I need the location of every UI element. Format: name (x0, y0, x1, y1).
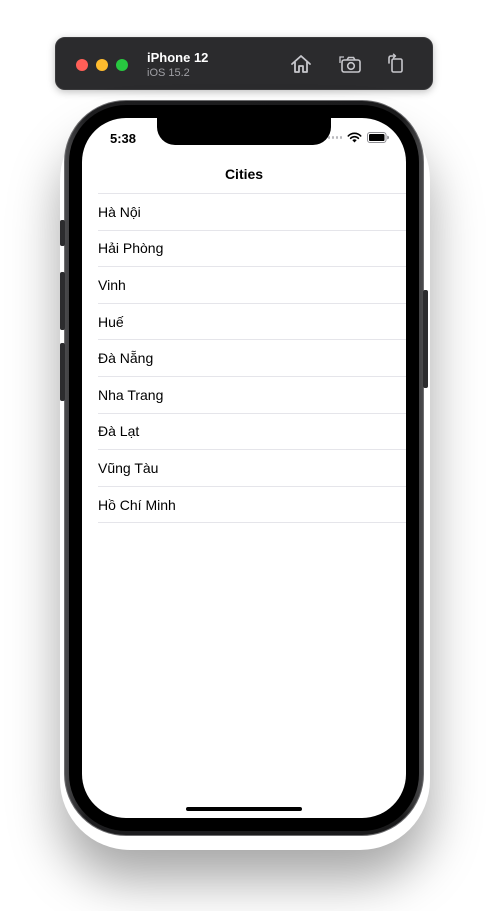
wifi-icon (347, 132, 362, 143)
home-icon (291, 55, 311, 73)
list-item[interactable]: Hà Nội (98, 194, 406, 231)
simulator-toolbar: iPhone 12 iOS 15.2 (55, 37, 433, 90)
rotate-button[interactable] (383, 52, 409, 76)
minimize-window-button[interactable] (96, 59, 108, 71)
volume-up-button (60, 272, 65, 330)
list-item[interactable]: Nha Trang (98, 377, 406, 414)
home-button[interactable] (288, 52, 314, 76)
battery-icon (367, 132, 389, 143)
device-os-version: iOS 15.2 (147, 67, 190, 79)
volume-down-button (60, 343, 65, 401)
zoom-window-button[interactable] (116, 59, 128, 71)
device-name: iPhone 12 (147, 50, 209, 65)
status-time: 5:38 (110, 131, 137, 146)
mute-switch (60, 220, 65, 246)
list-item[interactable]: Vinh (98, 267, 406, 304)
list-item[interactable]: Vũng Tàu (98, 450, 406, 487)
list-item[interactable]: Đà Lạt (98, 414, 406, 451)
phone-screen: 5:38 Cities Hà Nội Hải Phòng Vinh Huế Đà… (82, 118, 406, 818)
rotate-icon (388, 53, 403, 73)
status-icons (327, 132, 389, 143)
city-list: Hà Nội Hải Phòng Vinh Huế Đà Nẵng Nha Tr… (82, 194, 406, 524)
camera-icon (339, 56, 361, 73)
close-window-button[interactable] (76, 59, 88, 71)
signal-icon (327, 136, 342, 139)
list-item[interactable]: Huế (98, 304, 406, 341)
list-item[interactable]: Đà Nẵng (98, 340, 406, 377)
list-item[interactable]: Hải Phòng (98, 231, 406, 268)
list-item[interactable]: Hồ Chí Minh (98, 487, 406, 524)
screenshot-button[interactable] (338, 52, 364, 76)
power-button (423, 290, 428, 388)
home-indicator[interactable] (186, 807, 302, 811)
notch (157, 118, 331, 145)
nav-title: Cities (224, 166, 264, 182)
